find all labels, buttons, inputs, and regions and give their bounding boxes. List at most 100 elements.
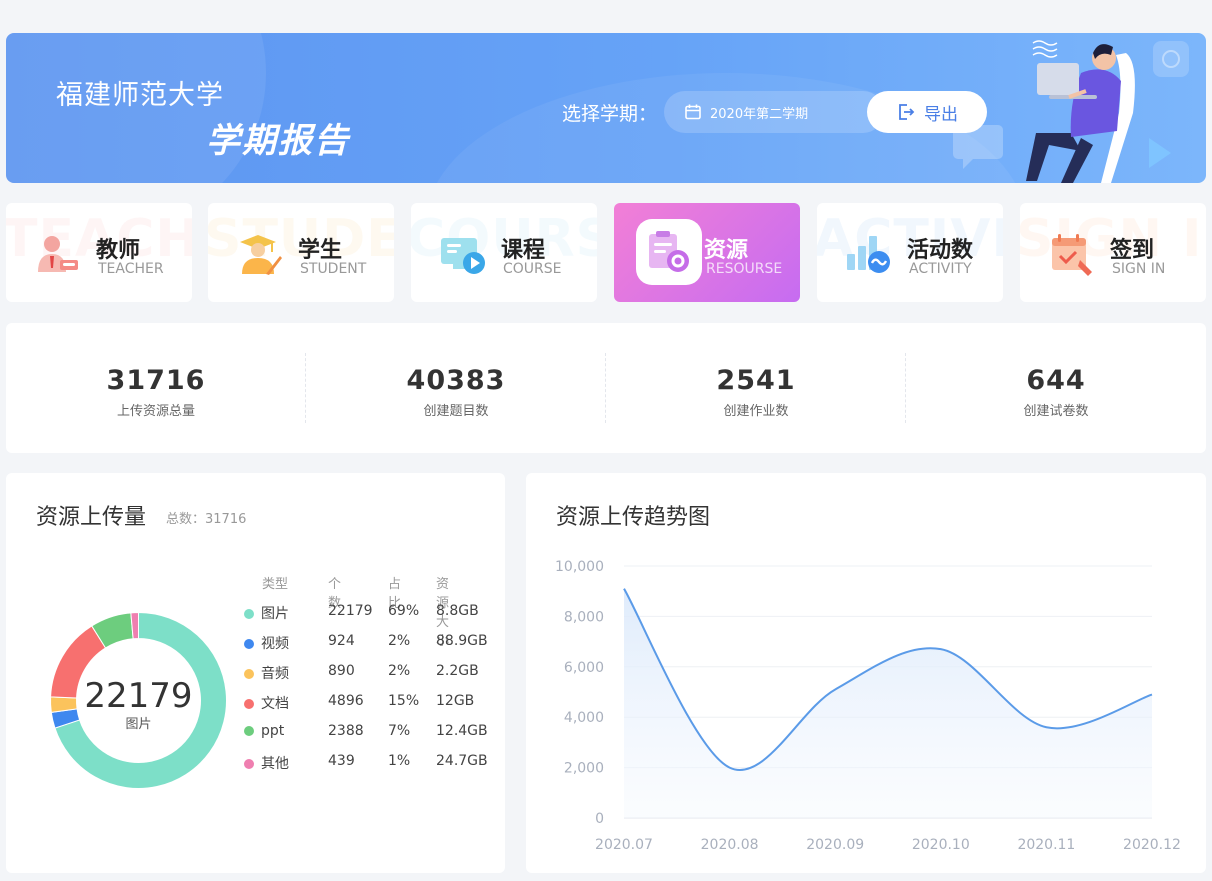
card-title: 课程 [501,238,546,263]
legend-count: 2388 [328,723,364,739]
card-subtitle: RESOURSE [706,261,783,277]
calendar-icon [685,104,701,120]
legend-count: 924 [328,633,355,649]
legend-size: 2.2GB [436,663,479,679]
upload-trend-panel: 资源上传趋势图 0 2,000 4,000 6,000 8,000 10,000 2020.… [526,473,1206,873]
legend-type: 视频 [244,633,314,653]
y-tick-label: 4,000 [564,710,604,726]
legend-dot [244,609,254,619]
stat-value: 644 [1026,365,1086,396]
header-banner: 福建师范大学 学期报告 选择学期： 2020年第二学期 导出 [6,33,1206,183]
legend-type: 音频 [244,663,314,683]
legend-pct: 2% [388,633,411,649]
legend-size: 8.8GB [436,603,479,619]
legend-type-label: 图片 [261,606,289,622]
y-tick-label: 0 [595,811,604,827]
legend-pct: 69% [388,603,420,619]
legend-dot [244,759,254,769]
header-type: 类型 [262,577,289,592]
stat-label: 创建作业数 [723,404,789,419]
trend-line-chart[interactable]: 0 2,000 4,000 6,000 8,000 10,000 2020.07 2020.0… [526,473,1206,873]
legend-size: 24.7GB [436,753,488,769]
legend-count: 439 [328,753,355,769]
legend-size: 12GB [436,693,475,709]
legend-type: 其他 [244,753,314,773]
legend-type-label: 视频 [261,636,289,652]
legend-size: 88.9GB [436,633,488,649]
y-tick-label: 10,000 [555,559,604,575]
stat-value: 40383 [406,365,506,396]
export-icon [899,104,915,120]
donut-center-label: 图片 [125,717,152,732]
stat-item: 31716 上传资源总量 [6,323,306,453]
legend-type-label: 文档 [261,696,289,712]
category-card-teacher[interactable]: TEACHER 教师 TEACHER [6,203,192,302]
stat-value: 31716 [106,365,206,396]
category-card-signin[interactable]: SIGN IN 签到 SIGN IN [1020,203,1206,302]
x-tick-label: 2020.09 [806,837,864,853]
legend-type-label: ppt [261,723,285,739]
school-name: 福建师范大学 [56,80,224,111]
legend-count: 4896 [328,693,364,709]
stat-item: 40383 创建题目数 [306,323,606,453]
card-subtitle: COURSE [503,261,562,277]
legend-dot [244,639,254,649]
x-tick-label: 2020.08 [701,837,759,853]
resource-icon [649,231,689,272]
stat-label: 创建试卷数 [1023,404,1089,419]
legend-count: 22179 [328,603,373,619]
panel-total: 总数：31716 [166,512,247,527]
card-subtitle: SIGN IN [1112,261,1166,277]
stat-label: 创建题目数 [423,404,489,419]
y-tick-label: 8,000 [564,609,604,625]
x-tick-label: 2020.10 [912,837,970,853]
card-title: 签到 [1110,238,1155,263]
course-icon [441,238,485,274]
stats-panel: 31716 上传资源总量 40383 创建题目数 2541 创建作业数 644 … [6,323,1206,453]
stat-item: 644 创建试卷数 [906,323,1206,453]
legend-dot [244,669,254,679]
resource-upload-panel: 资源上传量 总数：31716 22179 图片 类型 个数 占比 资源大小 图片… [6,473,505,873]
stat-item: 2541 创建作业数 [606,323,906,453]
x-tick-label: 2020.11 [1017,837,1075,853]
area-fill [624,588,1152,818]
card-title: 学生 [298,238,343,263]
legend-size: 12.4GB [436,723,488,739]
legend-dot [244,726,254,736]
legend-count: 890 [328,663,355,679]
category-card-course[interactable]: COURSE 课程 COURSE [411,203,597,302]
stat-label: 上传资源总量 [116,404,195,419]
legend-type: ppt [244,723,314,739]
legend-type-label: 其他 [261,756,289,772]
legend-pct: 2% [388,663,411,679]
activity-icon [847,236,890,273]
person-laptop-illustration [953,40,1189,183]
card-subtitle: ACTIVITY [909,261,972,277]
donut-center-value: 22179 [84,676,193,716]
legend-pct: 7% [388,723,411,739]
card-subtitle: STUDENT [300,261,367,277]
legend-type-label: 音频 [261,666,289,682]
card-title: 活动数 [907,238,974,263]
teacher-icon [38,236,78,272]
category-card-student[interactable]: STUDENT 学生 STUDENT [208,203,394,302]
card-subtitle: TEACHER [98,261,164,277]
card-title: 教师 [96,238,141,263]
category-card-activity[interactable]: ACTIVITY 活动数 ACTIVITY [817,203,1003,302]
legend-pct: 1% [388,753,411,769]
x-tick-label: 2020.07 [595,837,653,853]
report-title: 学期报告 [206,121,350,161]
x-tick-label: 2020.12 [1123,837,1181,853]
category-card-resource[interactable]: 资源 RESOURSE [614,203,800,302]
legend-type: 图片 [244,603,314,623]
term-select[interactable]: 2020年第二学期 [664,91,884,133]
term-label: 选择学期： [562,103,658,125]
panel-title: 资源上传量 [36,505,147,530]
legend-dot [244,699,254,709]
legend-pct: 15% [388,693,420,709]
term-value: 2020年第二学期 [710,106,809,122]
stat-value: 2541 [716,365,796,396]
signin-icon [1052,234,1092,276]
card-title: 资源 [704,238,749,263]
y-tick-label: 2,000 [564,761,604,777]
